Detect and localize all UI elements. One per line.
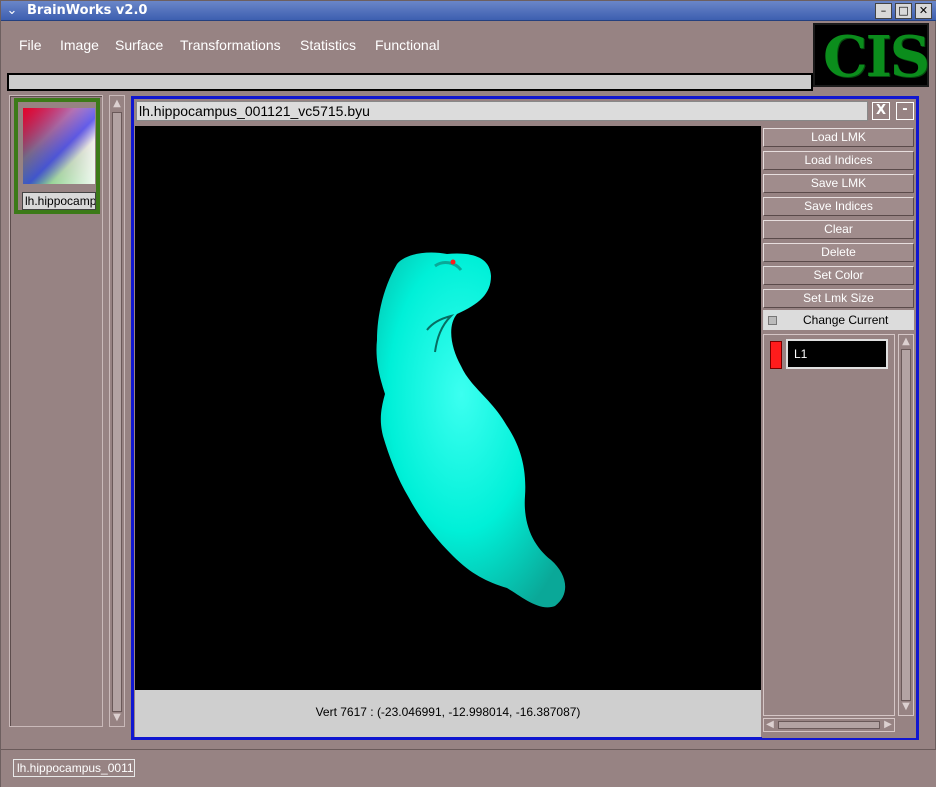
load-indices-button[interactable]: Load Indices bbox=[763, 151, 914, 170]
menu-functional[interactable]: Functional bbox=[375, 37, 440, 53]
thumbnail-item[interactable]: lh.hippocampus_001121_vc5715.byu bbox=[14, 98, 100, 214]
render-canvas[interactable] bbox=[135, 126, 761, 690]
delete-button[interactable]: Delete bbox=[763, 243, 914, 262]
thumbnail-scrollbar[interactable]: ▲ ▼ bbox=[109, 95, 125, 727]
change-current-toggle[interactable]: Change Current bbox=[763, 310, 914, 330]
bottom-tab[interactable]: lh.hippocampus_001121_vc5715.byu bbox=[13, 759, 135, 777]
minimize-window-icon[interactable]: – bbox=[875, 3, 892, 19]
scroll-down-icon[interactable]: ▼ bbox=[899, 701, 913, 713]
viewer-title: lh.hippocampus_001121_vc5715.byu bbox=[136, 101, 868, 121]
menu-image[interactable]: Image bbox=[60, 37, 99, 53]
landmark-list-hscrollbar[interactable]: ◀ ▶ bbox=[763, 718, 895, 732]
change-current-label: Change Current bbox=[803, 313, 889, 327]
maximize-window-icon[interactable]: □ bbox=[895, 3, 912, 19]
vertex-readout-bar: Vert 7617 : (-23.046991, -12.998014, -16… bbox=[135, 690, 761, 737]
landmark-list-scrollbar[interactable]: ▲ ▼ bbox=[898, 334, 914, 716]
window-menu-icon[interactable]: ⌄ bbox=[3, 3, 21, 19]
set-color-button[interactable]: Set Color bbox=[763, 266, 914, 285]
menu-bar: File Image Surface Transformations Stati… bbox=[7, 23, 813, 69]
window-title: BrainWorks v2.0 bbox=[27, 3, 148, 18]
viewer-close-button[interactable]: X bbox=[872, 102, 890, 120]
clear-button[interactable]: Clear bbox=[763, 220, 914, 239]
surface-viewer: lh.hippocampus_001121_vc5715.byu X - Ver bbox=[131, 96, 919, 740]
landmark-marker[interactable] bbox=[450, 259, 456, 265]
close-window-icon[interactable]: ✕ bbox=[915, 3, 932, 19]
menu-statistics[interactable]: Statistics bbox=[300, 37, 356, 53]
landmark-color-swatch[interactable] bbox=[770, 341, 782, 369]
set-lmk-size-button[interactable]: Set Lmk Size bbox=[763, 289, 914, 308]
scroll-up-icon[interactable]: ▲ bbox=[899, 336, 913, 348]
brainworks-window: ⌄ BrainWorks v2.0 – □ ✕ File Image Surfa… bbox=[0, 0, 936, 787]
bottom-taskbar bbox=[1, 749, 936, 787]
title-bar: ⌄ BrainWorks v2.0 – □ ✕ bbox=[1, 1, 936, 21]
landmark-controls: Load LMK Load Indices Save LMK Save Indi… bbox=[762, 126, 916, 738]
landmark-name-field[interactable]: L1 bbox=[786, 339, 888, 369]
scroll-track[interactable] bbox=[778, 721, 880, 729]
menu-file[interactable]: File bbox=[19, 37, 42, 53]
thumbnail-label[interactable]: lh.hippocampus_001121_vc5715.byu bbox=[22, 192, 96, 210]
save-indices-button[interactable]: Save Indices bbox=[763, 197, 914, 216]
scroll-track[interactable] bbox=[112, 112, 122, 712]
scroll-right-icon[interactable]: ▶ bbox=[882, 719, 894, 731]
scroll-track[interactable] bbox=[901, 349, 911, 701]
vertex-readout: Vert 7617 : (-23.046991, -12.998014, -16… bbox=[315, 705, 581, 719]
thumbnail-image-overlay bbox=[23, 108, 95, 184]
menu-surface[interactable]: Surface bbox=[115, 37, 163, 53]
viewer-minimize-button[interactable]: - bbox=[896, 102, 914, 120]
surface-mesh bbox=[376, 252, 566, 608]
change-current-checkbox[interactable] bbox=[768, 316, 777, 325]
landmark-list: L1 bbox=[763, 334, 895, 716]
scroll-up-icon[interactable]: ▲ bbox=[110, 98, 124, 110]
status-strip bbox=[7, 73, 813, 91]
thumbnail-panel: lh.hippocampus_001121_vc5715.byu bbox=[9, 95, 103, 727]
menu-transformations[interactable]: Transformations bbox=[180, 37, 281, 53]
load-lmk-button[interactable]: Load LMK bbox=[763, 128, 914, 147]
cis-logo: CIS bbox=[813, 23, 930, 89]
scroll-down-icon[interactable]: ▼ bbox=[110, 712, 124, 724]
save-lmk-button[interactable]: Save LMK bbox=[763, 174, 914, 193]
hippocampus-surface bbox=[376, 252, 566, 608]
scroll-left-icon[interactable]: ◀ bbox=[764, 719, 776, 731]
